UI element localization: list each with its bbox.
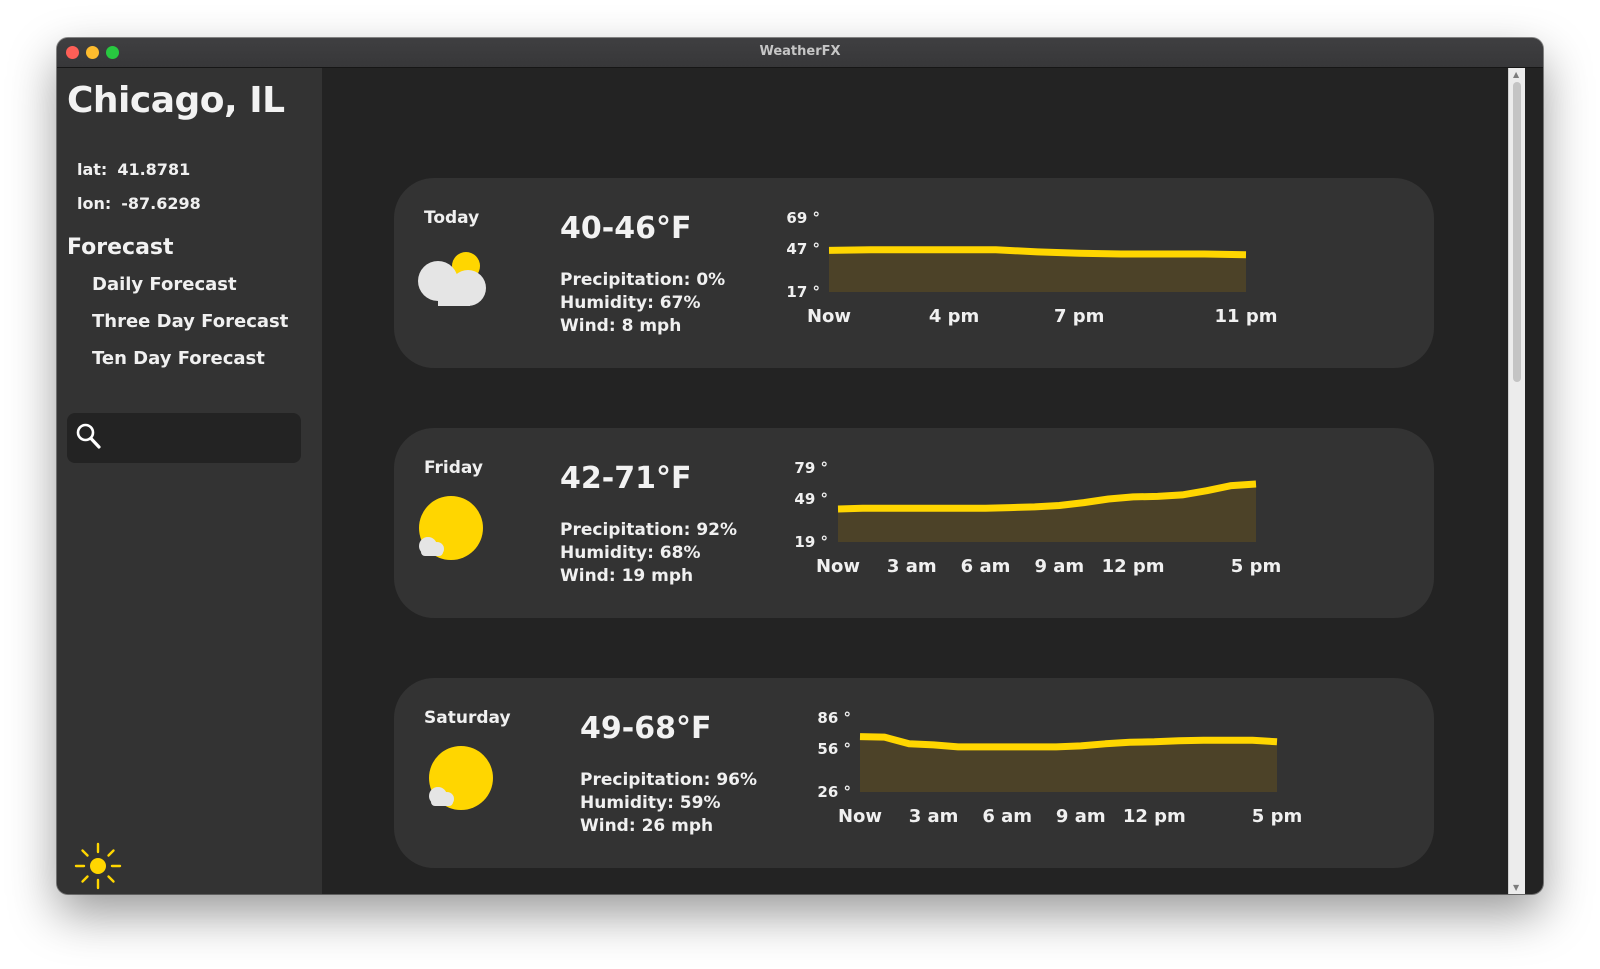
- x-tick-label: 6 am: [961, 556, 1011, 577]
- window-title: WeatherFX: [759, 44, 841, 59]
- nav-daily-forecast[interactable]: Daily Forecast: [92, 274, 237, 295]
- latitude-label: lat:: [77, 160, 108, 179]
- forecast-card-today: Today 40-46°F Precipitation: 0% Humidity…: [394, 178, 1434, 368]
- x-tick-label: Now: [807, 306, 851, 327]
- y-tick-label: 49 °: [794, 490, 828, 508]
- scroll-up-arrow[interactable]: ▲: [1513, 70, 1519, 79]
- x-tick-label: 5 pm: [1252, 806, 1302, 827]
- x-tick-label: 5 pm: [1231, 556, 1281, 577]
- x-tick-label: 12 pm: [1123, 806, 1186, 827]
- x-tick-label: 9 am: [1056, 806, 1106, 827]
- forecast-panel: Today 40-46°F Precipitation: 0% Humidity…: [322, 68, 1508, 894]
- y-tick-label: 86 °: [817, 709, 851, 727]
- y-tick-label: 56 °: [817, 740, 851, 758]
- hourly-temperature-chart: 69 ° 47 ° 17 ° Now 4 pm 7 pm 11 pm: [786, 209, 1278, 327]
- scroll-down-arrow[interactable]: ▼: [1513, 883, 1519, 892]
- hourly-temperature-chart: 79 ° 49 ° 19 ° Now 3 am 6 am 9 am 12 pm 5 pm: [794, 459, 1281, 577]
- app-window: WeatherFX Chicago, IL lat: 41.8781 lon: -8…: [57, 38, 1543, 894]
- hourly-temperature-chart: 86 ° 56 ° 26 ° Now 3 am 6 am 9 am 12 pm 5 pm: [817, 709, 1302, 827]
- x-tick-label: Now: [816, 556, 860, 577]
- city-name: Chicago, IL: [67, 80, 285, 121]
- y-tick-label: 47 °: [786, 240, 820, 258]
- x-tick-label: 11 pm: [1215, 306, 1278, 327]
- x-tick-label: 4 pm: [929, 306, 979, 327]
- forecast-card-friday: Friday 42-71°F Precipitation: 92% Humidi…: [394, 428, 1434, 618]
- longitude: lon: -87.6298: [77, 194, 201, 213]
- longitude-label: lon:: [77, 194, 112, 213]
- nav-three-day-forecast[interactable]: Three Day Forecast: [92, 311, 288, 332]
- x-tick-label: Now: [838, 806, 882, 827]
- y-tick-label: 69 °: [786, 209, 820, 227]
- y-tick-label: 26 °: [817, 783, 851, 801]
- x-tick-label: 3 am: [909, 806, 959, 827]
- sun-icon: [74, 842, 122, 890]
- longitude-value: -87.6298: [121, 194, 201, 213]
- latitude-value: 41.8781: [117, 160, 191, 179]
- forecast-card-saturday: Saturday 49-68°F Precipitation: 96% Humi…: [394, 678, 1434, 868]
- y-tick-label: 79 °: [794, 459, 828, 477]
- x-tick-label: 6 am: [982, 806, 1032, 827]
- title-bar: WeatherFX: [57, 38, 1543, 68]
- forecast-heading: Forecast: [67, 235, 174, 260]
- y-tick-label: 17 °: [786, 283, 820, 301]
- sidebar: Chicago, IL lat: 41.8781 lon: -87.6298 For…: [57, 68, 322, 894]
- y-tick-label: 19 °: [794, 533, 828, 551]
- latitude: lat: 41.8781: [77, 160, 190, 179]
- scroll-thumb[interactable]: [1513, 82, 1521, 382]
- search-icon: [76, 423, 101, 449]
- search-input[interactable]: [111, 419, 295, 459]
- vertical-scrollbar[interactable]: ▲ ▼: [1508, 68, 1525, 894]
- nav-ten-day-forecast[interactable]: Ten Day Forecast: [92, 348, 265, 369]
- x-tick-label: 3 am: [887, 556, 937, 577]
- x-tick-label: 9 am: [1034, 556, 1084, 577]
- x-tick-label: 7 pm: [1054, 306, 1104, 327]
- x-tick-label: 12 pm: [1102, 556, 1165, 577]
- search-box[interactable]: [67, 413, 301, 463]
- theme-toggle-button[interactable]: [73, 841, 123, 894]
